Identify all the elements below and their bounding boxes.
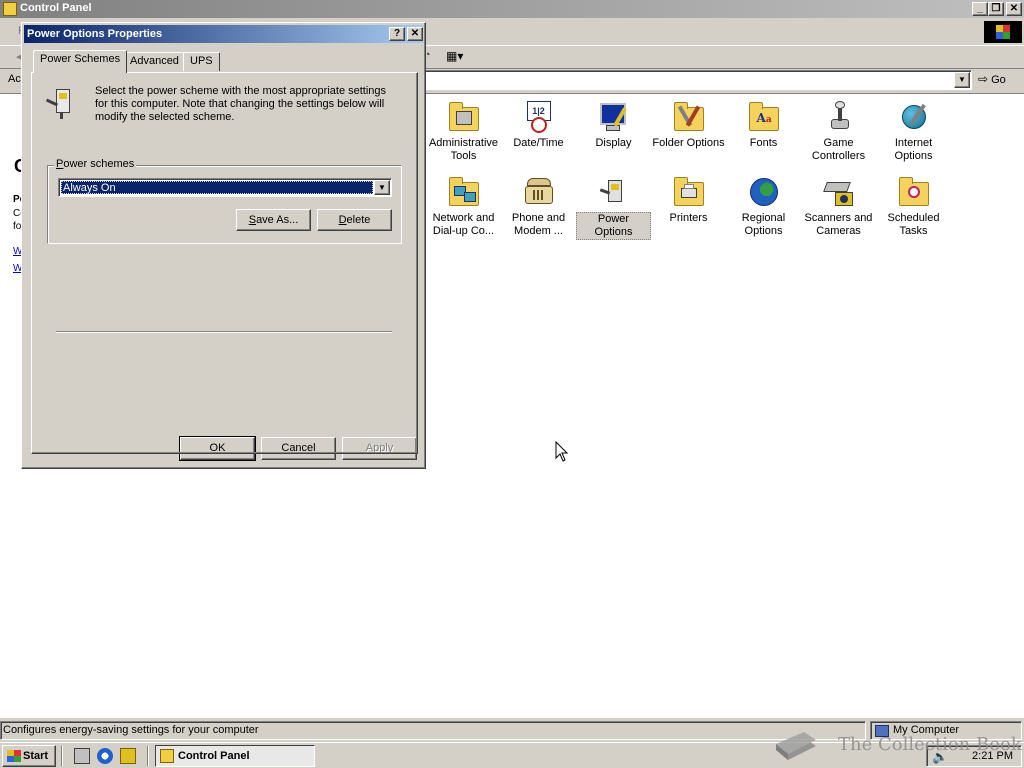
cp-item-regional-options[interactable]: Regional Options bbox=[726, 176, 801, 238]
cp-item-label: Internet Options bbox=[894, 137, 933, 162]
go-arrow-icon: ⇨ bbox=[978, 72, 989, 86]
dialog-title-bar[interactable]: Power Options Properties ? ✕ bbox=[24, 25, 423, 43]
scheduled-tasks-icon bbox=[898, 176, 930, 208]
cp-item-label: Power Options bbox=[576, 212, 651, 240]
cp-item-phone-modem[interactable]: Phone and Modem ... bbox=[501, 176, 576, 238]
folder-options-icon bbox=[673, 101, 705, 133]
internet-explorer-icon[interactable] bbox=[97, 748, 113, 764]
control-panel-icon bbox=[3, 2, 17, 16]
cp-item-fonts[interactable]: Aa Fonts bbox=[726, 101, 801, 150]
chevron-down-icon[interactable]: ▼ bbox=[374, 180, 390, 195]
taskbar-separator bbox=[147, 746, 149, 766]
cp-item-label: Game Controllers bbox=[811, 137, 866, 162]
power-scheme-select[interactable]: Always On ▼ bbox=[58, 178, 392, 197]
delete-button[interactable]: Delete bbox=[317, 209, 392, 231]
mouse-cursor-icon bbox=[555, 441, 569, 462]
cp-item-administrative-tools[interactable]: Administrative Tools bbox=[426, 101, 501, 163]
cp-item-label: Phone and Modem ... bbox=[511, 212, 566, 237]
watermark-text: The Collection Book bbox=[838, 734, 1022, 755]
phone-modem-icon bbox=[523, 176, 555, 208]
cp-item-printers[interactable]: Printers bbox=[651, 176, 726, 225]
taskbar-separator bbox=[61, 746, 63, 766]
tab-panel bbox=[31, 72, 418, 454]
cp-item-label: Network and Dial-up Co... bbox=[432, 212, 495, 237]
regional-options-icon bbox=[748, 176, 780, 208]
windows-flag-icon bbox=[7, 750, 21, 762]
restore-button[interactable]: ❐ bbox=[988, 2, 1004, 16]
cp-item-internet-options[interactable]: Internet Options bbox=[876, 101, 951, 163]
cp-item-label: Administrative Tools bbox=[428, 137, 499, 162]
taskbar-button-control-panel[interactable]: Control Panel bbox=[155, 745, 315, 767]
cp-item-power-options[interactable]: Power Options bbox=[576, 176, 651, 240]
show-desktop-icon[interactable] bbox=[74, 748, 90, 764]
start-label: Start bbox=[23, 750, 49, 762]
address-dropdown-button[interactable]: ▼ bbox=[954, 72, 970, 88]
cp-item-display[interactable]: Display bbox=[576, 101, 651, 150]
cp-item-scheduled-tasks[interactable]: Scheduled Tasks bbox=[876, 176, 951, 238]
display-icon bbox=[598, 101, 630, 133]
dialog-title: Power Options Properties bbox=[27, 28, 163, 40]
status-text: Configures energy-saving settings for yo… bbox=[0, 721, 866, 740]
windows-flag-icon bbox=[996, 25, 1010, 39]
cp-item-label: Folder Options bbox=[652, 137, 725, 149]
control-panel-icon bbox=[160, 749, 174, 763]
help-button[interactable]: ? bbox=[389, 27, 405, 41]
power-options-dialog: Power Options Properties ? ✕ Power Schem… bbox=[21, 22, 426, 469]
tab-label: Power Schemes bbox=[40, 53, 121, 65]
power-options-icon bbox=[45, 87, 78, 119]
cp-item-folder-options[interactable]: Folder Options bbox=[651, 101, 726, 150]
cp-item-scanners-cameras[interactable]: Scanners and Cameras bbox=[801, 176, 876, 238]
cp-item-label: Date/Time bbox=[513, 137, 564, 149]
scanners-cameras-icon bbox=[822, 176, 855, 208]
cp-item-date-time[interactable]: 1|2 Date/Time bbox=[501, 101, 576, 150]
cp-item-game-controllers[interactable]: Game Controllers bbox=[801, 101, 876, 163]
power-schemes-label: Power schemes bbox=[54, 158, 137, 170]
tab-label: Advanced bbox=[130, 55, 179, 67]
cp-item-label: Scanners and Cameras bbox=[804, 212, 873, 237]
power-schemes-group bbox=[47, 165, 402, 244]
book-logo-icon bbox=[776, 732, 816, 760]
window-title: Control Panel bbox=[20, 2, 92, 14]
administrative-tools-icon bbox=[448, 101, 480, 133]
cp-item-network[interactable]: Network and Dial-up Co... bbox=[426, 176, 501, 238]
network-icon bbox=[448, 176, 480, 208]
printers-icon bbox=[673, 176, 705, 208]
go-label: Go bbox=[991, 74, 1006, 86]
outlook-express-icon[interactable] bbox=[120, 748, 136, 764]
fonts-icon: Aa bbox=[748, 101, 780, 133]
tab-ups[interactable]: UPS bbox=[183, 52, 220, 71]
cp-item-label: Regional Options bbox=[741, 212, 786, 237]
power-options-icon bbox=[598, 176, 630, 208]
intro-text: Select the power scheme with the most ap… bbox=[95, 85, 387, 123]
task-label: Control Panel bbox=[178, 750, 250, 762]
tab-power-schemes[interactable]: Power Schemes bbox=[33, 50, 128, 73]
cp-item-label: Fonts bbox=[749, 137, 778, 149]
watermark: The Collection Book bbox=[772, 722, 1022, 766]
cp-item-label: Printers bbox=[669, 212, 708, 224]
address-label: Ac bbox=[8, 73, 21, 85]
views-button[interactable]: ▦▾ bbox=[446, 49, 472, 67]
start-button[interactable]: Start bbox=[2, 745, 56, 767]
internet-options-icon bbox=[898, 101, 930, 133]
control-panel-title-bar[interactable]: Control Panel _ ❐ ✕ bbox=[0, 0, 1024, 18]
minimize-button[interactable]: _ bbox=[972, 2, 988, 16]
divider bbox=[56, 331, 392, 333]
close-button[interactable]: ✕ bbox=[1006, 2, 1022, 16]
dialog-close-button[interactable]: ✕ bbox=[407, 27, 423, 41]
tab-advanced[interactable]: Advanced bbox=[123, 52, 186, 71]
save-as-button[interactable]: Save As... bbox=[236, 209, 311, 231]
date-time-icon: 1|2 bbox=[523, 101, 555, 133]
power-scheme-value: Always On bbox=[61, 181, 373, 194]
windows-logo bbox=[984, 21, 1022, 43]
cp-item-label: Display bbox=[595, 137, 632, 149]
tab-label: UPS bbox=[190, 55, 213, 67]
views-icon: ▦▾ bbox=[446, 49, 464, 63]
go-button[interactable]: ⇨ Go bbox=[978, 70, 1020, 90]
game-controllers-icon bbox=[823, 101, 855, 133]
cp-item-label: Scheduled Tasks bbox=[887, 212, 940, 237]
